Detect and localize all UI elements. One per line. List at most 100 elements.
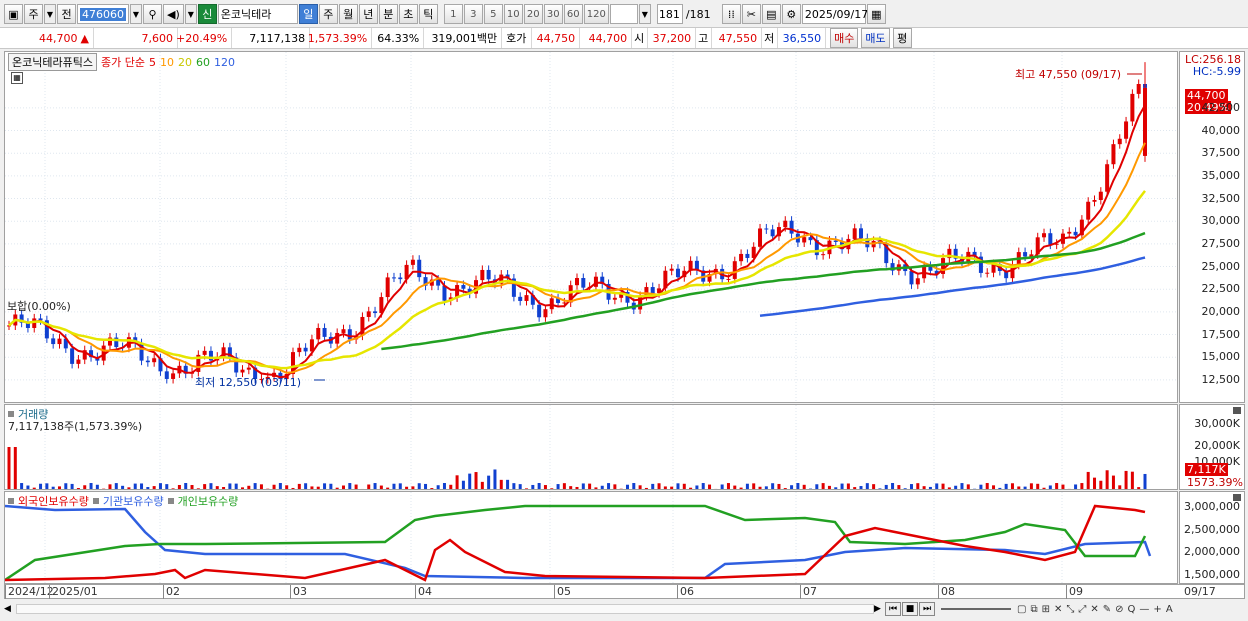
interval-1[interactable]: 1 bbox=[443, 4, 463, 24]
next-page-icon[interactable]: ⏭ bbox=[919, 602, 935, 616]
interval-120[interactable]: 120 bbox=[583, 4, 609, 24]
holding-pane[interactable]: 외국인보유수량 기관보유수량 개인보유수량 bbox=[4, 491, 1178, 584]
interval-60[interactable]: 60 bbox=[563, 4, 583, 24]
stock-title[interactable]: 온코닉테라퓨틱스 bbox=[8, 53, 97, 71]
volume-bar bbox=[405, 486, 409, 489]
tool-x-icon[interactable]: ✕ bbox=[1090, 604, 1098, 615]
period-tab-second[interactable]: 초 bbox=[398, 4, 418, 24]
tool-layout-icon[interactable]: ⊞ bbox=[1042, 604, 1050, 615]
tool-diag-icon[interactable]: ⤡ bbox=[1066, 604, 1074, 615]
plus-icon[interactable]: + bbox=[1153, 604, 1161, 615]
volume-bar bbox=[449, 484, 453, 489]
date-input[interactable]: 2025/09/17 bbox=[801, 4, 868, 24]
buy-button[interactable]: 매수 bbox=[830, 28, 859, 48]
institution-holding-label: 기관보유수량 bbox=[102, 495, 164, 508]
candle-body bbox=[410, 259, 415, 265]
volume-bar bbox=[607, 483, 611, 489]
interval-30[interactable]: 30 bbox=[543, 4, 563, 24]
ma-20-label: 20 bbox=[177, 55, 192, 69]
search-icon[interactable]: ⚲ bbox=[143, 4, 162, 24]
flat-button[interactable]: 평 bbox=[892, 28, 912, 48]
count-input[interactable]: 181 bbox=[656, 4, 683, 24]
minus-icon[interactable]: — bbox=[1139, 604, 1149, 615]
candle-body bbox=[915, 278, 920, 285]
volume-bar bbox=[278, 483, 282, 489]
speaker-icon[interactable]: ◀) bbox=[163, 4, 184, 24]
volume-bar bbox=[619, 488, 623, 489]
interval-5[interactable]: 5 bbox=[483, 4, 503, 24]
scroll-right-icon[interactable]: ▶ bbox=[874, 604, 884, 614]
zoom-slider[interactable] bbox=[941, 608, 1011, 610]
interval-20[interactable]: 20 bbox=[523, 4, 543, 24]
horizontal-scrollbar[interactable] bbox=[16, 604, 874, 614]
candle-body bbox=[518, 296, 523, 301]
individual-holding-label: 개인보유수량 bbox=[177, 495, 239, 508]
pane-close-icon[interactable] bbox=[1233, 407, 1241, 414]
volume-bar bbox=[556, 484, 560, 489]
volume-bar bbox=[1086, 471, 1090, 489]
volume-bar bbox=[316, 486, 320, 489]
volume-bar bbox=[310, 486, 314, 489]
zoom-out-icon[interactable]: Q bbox=[1128, 604, 1136, 615]
volume-pane[interactable]: 거래량 7,117,138주(1,573.39%) bbox=[4, 404, 1178, 490]
interval-3[interactable]: 3 bbox=[463, 4, 483, 24]
volume-bar bbox=[758, 486, 762, 489]
volume-bar bbox=[1010, 483, 1014, 489]
interval-dropdown-icon[interactable]: ▼ bbox=[638, 4, 651, 24]
prev-button[interactable]: 전 bbox=[57, 4, 76, 24]
volume-bar bbox=[657, 483, 661, 489]
volume-bar bbox=[165, 484, 169, 489]
candle-body bbox=[524, 295, 529, 301]
market-select[interactable]: 주 bbox=[24, 4, 43, 24]
period-tab-minute[interactable]: 분 bbox=[378, 4, 398, 24]
scroll-left-icon[interactable]: ◀ bbox=[4, 604, 16, 614]
tool-cross-icon[interactable]: ✕ bbox=[1054, 604, 1062, 615]
grid-icon[interactable]: ⁞⁞ bbox=[721, 4, 741, 24]
holding-tick: 1,500,000 bbox=[1184, 568, 1240, 581]
gear-icon[interactable]: ⚙ bbox=[781, 4, 801, 24]
chevron-down-icon[interactable]: ▼ bbox=[44, 4, 56, 24]
tool-copy-icon[interactable]: ⧉ bbox=[1030, 604, 1037, 615]
font-size-icon[interactable]: A bbox=[1166, 604, 1173, 615]
volume-bar bbox=[392, 483, 396, 489]
volume-bar bbox=[329, 483, 333, 489]
interval-10[interactable]: 10 bbox=[503, 4, 523, 24]
calendar-icon[interactable]: ▦ bbox=[866, 4, 886, 24]
window-icon[interactable]: ▣ bbox=[4, 4, 23, 24]
code-dropdown-icon[interactable]: ▼ bbox=[130, 4, 142, 24]
volume-bar bbox=[777, 483, 781, 489]
volume-bar bbox=[827, 485, 831, 489]
sound-dropdown-icon[interactable]: ▼ bbox=[184, 4, 197, 24]
tool-pen-icon[interactable]: ✎ bbox=[1103, 604, 1111, 615]
period-tab-day[interactable]: 일 bbox=[298, 4, 318, 24]
calculator-icon[interactable]: ▦ bbox=[11, 72, 23, 84]
volume-bar bbox=[398, 483, 402, 489]
volume-bar bbox=[525, 488, 529, 489]
volume-bar bbox=[809, 488, 813, 489]
period-tab-month[interactable]: 월 bbox=[338, 4, 358, 24]
price-tick: 20,000 bbox=[1201, 304, 1241, 318]
period-tab-tick[interactable]: 틱 bbox=[418, 4, 438, 24]
scissors-icon[interactable]: ✂ bbox=[741, 4, 761, 24]
stock-code-input[interactable]: 476060 bbox=[77, 4, 129, 24]
tool-grid-icon[interactable]: ▢ bbox=[1017, 604, 1026, 615]
volume-bar bbox=[411, 486, 415, 489]
period-tab-week[interactable]: 주 bbox=[318, 4, 338, 24]
tool-line-icon[interactable]: ⤢ bbox=[1078, 604, 1086, 615]
stop-icon[interactable]: ■ bbox=[902, 602, 918, 616]
price-chart-pane[interactable]: 온코닉테라퓨틱스 종가 단순 5 10 20 60 120 ▦ 보합(0.00%… bbox=[4, 51, 1178, 403]
volume-bar bbox=[57, 486, 61, 489]
volume-bar bbox=[1093, 477, 1097, 489]
save-icon[interactable]: ▤ bbox=[761, 4, 781, 24]
first-page-icon[interactable]: ⏮ bbox=[885, 602, 901, 616]
candle-body bbox=[537, 304, 542, 318]
trade-amount: 319,001백만 bbox=[424, 28, 503, 48]
interval-custom-input[interactable] bbox=[609, 4, 638, 24]
sell-button[interactable]: 매도 bbox=[861, 28, 890, 48]
period-tab-year[interactable]: 년 bbox=[358, 4, 378, 24]
volume-bar bbox=[335, 487, 339, 489]
volume-bar bbox=[865, 483, 869, 489]
volume-bar bbox=[613, 484, 617, 489]
candle-body bbox=[480, 269, 485, 281]
tool-lock-icon[interactable]: ⊘ bbox=[1115, 604, 1123, 615]
